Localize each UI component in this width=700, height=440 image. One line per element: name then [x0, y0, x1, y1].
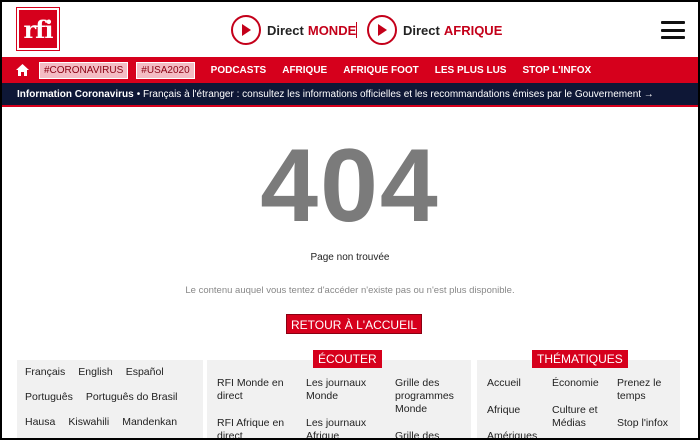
thematiques-heading: THÉMATIQUES — [532, 350, 628, 368]
error-code: 404 — [260, 128, 440, 244]
ecouter-link[interactable]: RFI Monde en direct — [217, 377, 297, 403]
language-link[interactable]: Mandenkan — [122, 416, 177, 428]
play-icon — [367, 15, 397, 45]
language-link[interactable]: Hausa — [25, 416, 55, 428]
direct-monde-button[interactable]: Direct MONDE — [231, 15, 356, 45]
nav-link-stop-infox[interactable]: STOP L'INFOX — [522, 65, 591, 76]
thematiques-link[interactable]: Culture et Médias — [552, 404, 614, 430]
nav-link-podcasts[interactable]: PODCASTS — [211, 65, 267, 76]
nav-chip-usa2020[interactable]: #USA2020 — [136, 61, 195, 79]
thematiques-link[interactable]: Amériques — [487, 430, 547, 438]
hamburger-menu-icon[interactable] — [661, 21, 685, 39]
info-banner-text: • Français à l'étranger : consultez les … — [136, 88, 654, 100]
thematiques-link[interactable]: Économie — [552, 377, 614, 390]
thematiques-link[interactable]: Afrique — [487, 404, 547, 417]
direct-monde-area: MONDE — [307, 22, 357, 38]
rfi-logo[interactable]: rfi — [16, 7, 60, 51]
play-icon — [231, 15, 261, 45]
ecouter-link[interactable]: RFI Afrique en direct — [217, 417, 297, 438]
nav-link-les-plus-lus[interactable]: LES PLUS LUS — [435, 65, 507, 76]
thematiques-link[interactable]: Prenez le temps — [617, 377, 679, 403]
main-nav: #CORONAVIRUS #USA2020 PODCASTS AFRIQUE A… — [2, 57, 698, 83]
language-list: Français English Español Português Portu… — [17, 360, 203, 438]
ecouter-link[interactable]: Grille des programmes Monde — [395, 377, 469, 416]
ecouter-heading: ÉCOUTER — [313, 350, 382, 368]
header-divider — [356, 22, 357, 38]
language-link[interactable]: Español — [126, 366, 164, 378]
info-banner[interactable]: Information Coronavirus • Français à l'é… — [2, 83, 698, 107]
direct-afrique-button[interactable]: Direct AFRIQUE — [367, 15, 502, 45]
info-banner-title: Information Coronavirus — [17, 88, 134, 100]
ecouter-link[interactable]: Les journaux Afrique — [306, 417, 386, 438]
page-frame: rfi Direct MONDE Direct AFRIQUE #CORONAV… — [0, 0, 700, 440]
language-row: Português Português do Brasil — [25, 391, 195, 403]
logo-text: rfi — [23, 14, 53, 44]
back-home-button[interactable]: RETOUR À L'ACCUEIL — [286, 314, 423, 334]
site-header: rfi Direct MONDE Direct AFRIQUE — [2, 2, 698, 57]
language-link[interactable]: Português do Brasil — [86, 391, 178, 403]
ecouter-link[interactable]: Les journaux Monde — [306, 377, 386, 403]
language-link[interactable]: Kiswahili — [68, 416, 109, 428]
nav-link-afrique[interactable]: AFRIQUE — [282, 65, 327, 76]
direct-monde-label: Direct — [267, 22, 304, 38]
language-row: Français English Español — [25, 366, 195, 378]
error-description: Le contenu auquel vous tentez d'accéder … — [185, 285, 515, 296]
direct-afrique-area: AFRIQUE — [443, 22, 503, 38]
thematiques-link[interactable]: Accueil — [487, 377, 547, 390]
language-link[interactable]: Français — [25, 366, 65, 378]
nav-link-afrique-foot[interactable]: AFRIQUE FOOT — [343, 65, 419, 76]
thematiques-link[interactable]: Stop l'infox — [617, 417, 679, 430]
ecouter-link[interactable]: Grille des — [395, 430, 469, 438]
language-link[interactable]: Português — [25, 391, 73, 403]
language-row: Hausa Kiswahili Mandenkan — [25, 416, 195, 428]
error-title: Page non trouvée — [310, 252, 390, 263]
nav-chip-coronavirus[interactable]: #CORONAVIRUS — [39, 61, 129, 79]
home-icon[interactable] — [16, 63, 30, 77]
language-link[interactable]: English — [78, 366, 112, 378]
direct-afrique-label: Direct — [403, 22, 440, 38]
